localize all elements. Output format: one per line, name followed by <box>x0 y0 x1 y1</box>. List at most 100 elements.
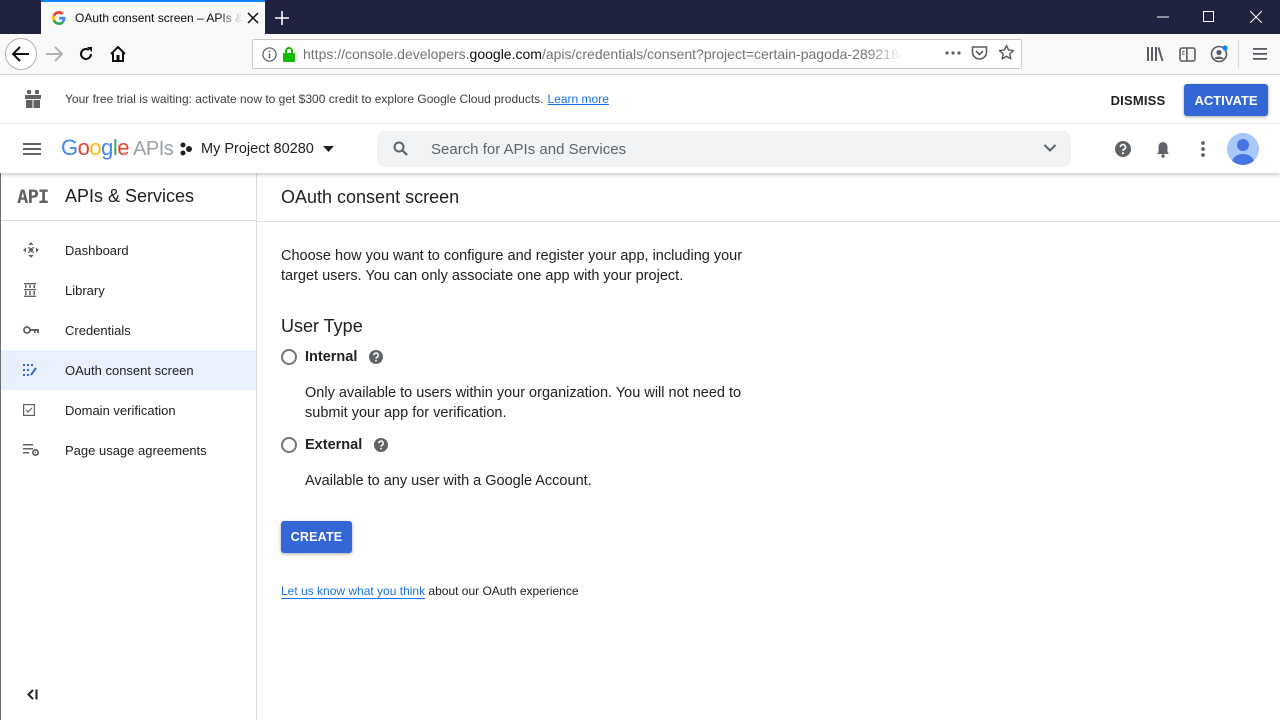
sidebar: API APIs & Services Dashboard Library Cr… <box>0 173 257 720</box>
consent-form: Choose how you want to configure and reg… <box>257 222 777 599</box>
sidebar-header: API APIs & Services <box>1 173 256 221</box>
sidebar-item-label: OAuth consent screen <box>65 362 194 378</box>
dismiss-button[interactable]: DISMISS <box>1104 85 1172 115</box>
minimize-icon[interactable] <box>1140 0 1186 34</box>
browser-toolbar: https://console.developers.google.com/ap… <box>0 34 1280 75</box>
page-actions-icon[interactable] <box>945 50 961 55</box>
intro-text: Choose how you want to configure and reg… <box>281 248 743 284</box>
lock-icon <box>283 46 295 62</box>
user-type-external-option[interactable]: External <box>281 435 777 455</box>
url-text[interactable]: https://console.developers.google.com/ap… <box>303 46 903 62</box>
url-prefix: https://console.developers. <box>303 46 470 62</box>
create-button[interactable]: CREATE <box>281 521 352 553</box>
sidebar-item-page-usage-agreements[interactable]: Page usage agreements <box>1 430 256 470</box>
help-icon[interactable] <box>369 350 384 364</box>
sidebar-nav: Dashboard Library Credentials OAuth cons… <box>1 221 256 470</box>
project-selector[interactable]: My Project 80280 <box>180 137 334 161</box>
close-tab-icon[interactable] <box>245 10 261 26</box>
user-avatar-icon <box>1232 139 1254 165</box>
external-radio[interactable] <box>281 437 297 453</box>
feedback-suffix: about our OAuth experience <box>425 584 579 598</box>
browser-menu-icon[interactable] <box>1244 38 1276 70</box>
more-vert-icon[interactable] <box>1191 137 1215 161</box>
checkbox-icon <box>1 404 65 416</box>
google-apis-logo[interactable]: Google APIs <box>61 135 174 161</box>
logo-letter: o <box>77 135 90 160</box>
page-title: OAuth consent screen <box>281 186 460 207</box>
internal-description: Only available to users within your orga… <box>305 385 742 421</box>
new-tab-icon[interactable] <box>272 8 292 28</box>
dashboard-icon <box>1 242 65 258</box>
back-icon[interactable] <box>5 38 37 70</box>
activate-button[interactable]: ACTIVATE <box>1184 84 1268 116</box>
account-icon[interactable] <box>1203 38 1235 70</box>
toolbar-separator <box>1238 40 1239 68</box>
sidebar-toggle-icon[interactable] <box>1171 38 1203 70</box>
free-trial-banner: Your free trial is waiting: activate now… <box>0 75 1280 124</box>
sidebar-item-label: Dashboard <box>65 242 129 258</box>
settings-list-icon <box>1 443 65 457</box>
search-box <box>377 131 1071 167</box>
url-path: /apis/credentials/consent?project=certai… <box>541 46 903 62</box>
internal-radio[interactable] <box>281 349 297 365</box>
tab-title: OAuth consent screen – APIs & Services <box>75 11 243 25</box>
sidebar-item-label: Library <box>65 282 105 298</box>
user-type-internal-option[interactable]: Internal <box>281 347 777 367</box>
project-dots-icon <box>180 142 195 156</box>
close-window-icon[interactable] <box>1233 0 1279 34</box>
search-icon[interactable] <box>393 141 408 161</box>
forward-icon[interactable] <box>38 38 70 70</box>
sidebar-item-domain-verification[interactable]: Domain verification <box>1 390 256 430</box>
browser-titlebar: OAuth consent screen – APIs & Services <box>0 0 1280 34</box>
project-name: My Project 80280 <box>201 141 314 157</box>
account-avatar[interactable] <box>1227 133 1259 165</box>
pocket-icon[interactable] <box>971 45 988 61</box>
url-host: google.com <box>469 46 542 62</box>
sidebar-item-library[interactable]: Library <box>1 270 256 310</box>
bookmark-star-icon[interactable] <box>998 44 1015 61</box>
logo-apis-text: APIs <box>133 138 174 160</box>
main-content: OAuth consent screen Choose how you want… <box>257 173 1280 720</box>
internal-label: Internal <box>305 349 358 365</box>
google-favicon-icon <box>51 10 67 26</box>
help-icon[interactable] <box>374 438 389 452</box>
page-header: OAuth consent screen <box>257 173 1280 222</box>
app-header: Google APIs My Project 80280 <box>0 124 1280 173</box>
site-info-icon[interactable] <box>262 46 277 62</box>
external-description: Available to any user with a Google Acco… <box>305 473 592 489</box>
feedback-link[interactable]: Let us know what you think <box>281 584 426 599</box>
gift-icon <box>24 90 42 113</box>
help-icon[interactable] <box>1111 137 1135 161</box>
library-icon[interactable] <box>1139 38 1171 70</box>
notifications-bell-icon[interactable] <box>1151 137 1175 161</box>
browser-tab-active[interactable]: OAuth consent screen – APIs & Services <box>41 0 265 34</box>
main-menu-icon[interactable] <box>20 137 44 161</box>
reload-icon[interactable] <box>70 38 102 70</box>
collapse-sidebar-icon[interactable] <box>25 686 41 702</box>
maximize-icon[interactable] <box>1186 0 1232 34</box>
sidebar-item-label: Domain verification <box>65 402 176 418</box>
user-type-heading: User Type <box>281 316 363 336</box>
logo-letter: e <box>117 135 130 160</box>
promo-text: Your free trial is waiting: activate now… <box>65 92 609 106</box>
sidebar-item-dashboard[interactable]: Dashboard <box>1 230 256 270</box>
logo-letter: G <box>61 135 78 160</box>
api-logo-icon: API <box>17 185 49 208</box>
sidebar-item-credentials[interactable]: Credentials <box>1 310 256 350</box>
caret-down-icon <box>322 146 334 152</box>
chevron-down-icon[interactable] <box>1043 141 1057 160</box>
url-bar[interactable]: https://console.developers.google.com/ap… <box>252 39 1022 69</box>
library-icon <box>1 283 65 297</box>
home-icon[interactable] <box>102 38 134 70</box>
feedback-text: Let us know what you think about our OAu… <box>281 584 777 599</box>
logo-letter: o <box>89 135 102 160</box>
sidebar-item-oauth-consent-screen[interactable]: OAuth consent screen <box>1 350 256 390</box>
external-label: External <box>305 437 363 453</box>
promo-message: Your free trial is waiting: activate now… <box>65 92 544 106</box>
key-icon <box>1 325 65 335</box>
oauth-consent-icon <box>1 364 65 376</box>
learn-more-link[interactable]: Learn more <box>548 92 609 106</box>
search-input[interactable] <box>431 131 1031 167</box>
logo-letter: g <box>101 135 113 160</box>
sidebar-item-label: Credentials <box>65 322 131 338</box>
